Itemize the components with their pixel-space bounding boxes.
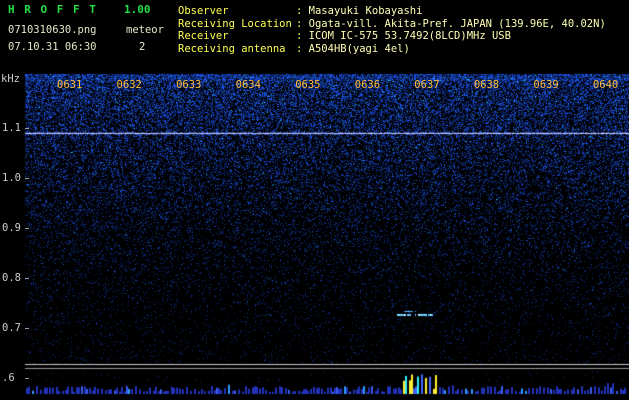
- time-label: 0637: [414, 79, 440, 91]
- freq-unit-label: kHz: [1, 73, 20, 85]
- freq-tick: [25, 378, 29, 379]
- info-colon: :: [296, 5, 309, 17]
- meteor-label: meteor: [126, 24, 164, 36]
- info-row: Observer: Masayuki Kobayashi: [178, 5, 606, 18]
- info-row: Receiver: ICOM IC-575 53.7492(8LCD)MHz U…: [178, 30, 606, 43]
- info-value: ICOM IC-575 53.7492(8LCD)MHz USB: [308, 30, 511, 42]
- info-row: Receiving Location: Ogata-vill. Akita-Pr…: [178, 18, 606, 31]
- hrofft-window: H R O F F T 1.00 0710310630.png meteor 0…: [0, 0, 629, 400]
- freq-label: .6: [2, 372, 15, 384]
- freq-label: 0.9: [2, 222, 21, 234]
- freq-label: 1.1: [2, 122, 21, 134]
- info-row: Receiving antenna: A504HB(yagi 4el): [178, 43, 606, 56]
- freq-tick: [25, 178, 29, 179]
- info-label: Observer: [178, 5, 229, 17]
- info-colon: :: [296, 30, 309, 42]
- time-label: 0635: [295, 79, 321, 91]
- freq-label: 1.0: [2, 172, 21, 184]
- freq-tick: [25, 128, 29, 129]
- info-panel: Observer: Masayuki Kobayashi Receiving Lo…: [178, 5, 606, 55]
- info-label: Receiving Location: [178, 17, 292, 30]
- time-label: 0639: [533, 79, 559, 91]
- time-label: 0632: [116, 79, 142, 91]
- info-colon: :: [296, 42, 309, 55]
- info-value: Masayuki Kobayashi: [308, 5, 423, 17]
- time-label: 0636: [354, 79, 381, 91]
- info-label: Receiver: [178, 30, 229, 42]
- info-value: A504HB(yagi 4el): [308, 42, 410, 55]
- info-value: Ogata-vill. Akita-Pref. JAPAN (139.96E, …: [308, 17, 606, 30]
- info-colon: :: [296, 17, 309, 30]
- app-title: H R O F F T 1.00: [8, 3, 150, 16]
- time-label: 0634: [235, 79, 261, 91]
- timestamp: 07.10.31 06:30: [8, 41, 97, 53]
- time-label: 0640: [592, 79, 619, 91]
- meteor-count: 2: [139, 41, 146, 53]
- freq-tick: [25, 228, 29, 229]
- freq-tick: [25, 328, 29, 329]
- app-version: 1.00: [123, 3, 151, 16]
- app-title-text: H R O F F T: [8, 3, 98, 16]
- time-label: 0633: [176, 79, 202, 91]
- freq-label: 0.7: [2, 322, 21, 334]
- info-label: Receiving antenna: [178, 42, 286, 55]
- freq-label: 0.8: [2, 272, 21, 284]
- time-label: 0631: [57, 79, 83, 91]
- filename: 0710310630.png: [8, 24, 97, 36]
- spectrogram-canvas: [0, 0, 629, 400]
- time-label: 0638: [473, 79, 500, 91]
- freq-tick: [25, 278, 29, 279]
